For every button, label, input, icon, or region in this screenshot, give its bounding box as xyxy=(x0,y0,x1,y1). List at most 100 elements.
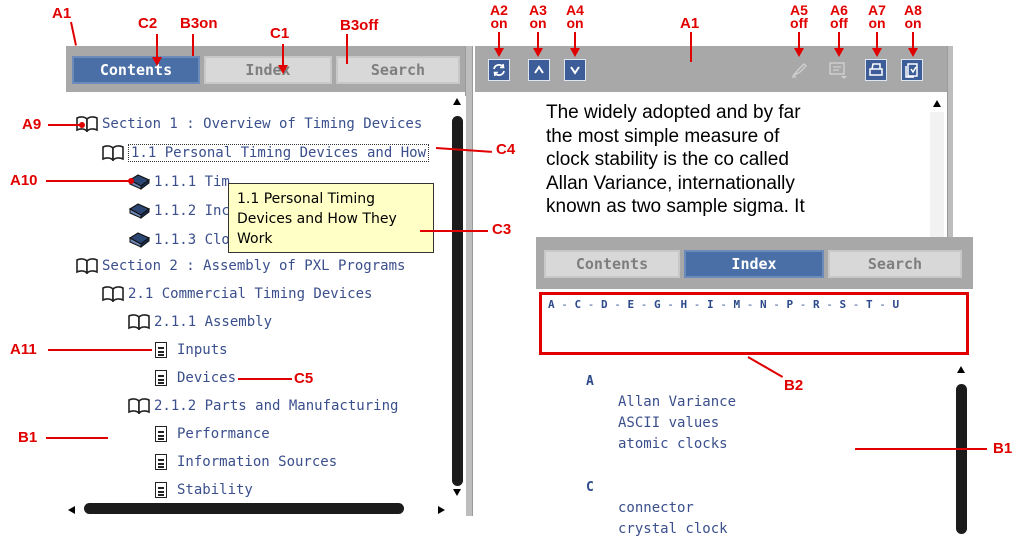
index-term[interactable]: atomic clocks xyxy=(618,436,728,452)
left-horizontal-scrollbar[interactable] xyxy=(66,498,450,520)
next-topic-button[interactable] xyxy=(564,59,586,81)
annotation-state: off xyxy=(790,15,808,31)
annotation-b3off: B3off xyxy=(340,17,379,34)
annotation-c3: C3 xyxy=(492,221,512,238)
scroll-up-icon[interactable] xyxy=(453,98,461,105)
annotation-line xyxy=(690,32,692,62)
index-term[interactable]: ASCII values xyxy=(618,415,719,431)
annotation-a9: A9 xyxy=(22,116,42,133)
document-icon xyxy=(155,482,167,498)
bookmark-button[interactable] xyxy=(901,59,923,81)
annotation-line xyxy=(346,34,348,64)
scroll-down-icon[interactable] xyxy=(453,489,461,496)
index-tab-search[interactable]: Search xyxy=(828,250,962,278)
index-vertical-scrollbar[interactable] xyxy=(953,364,969,554)
highlight-icon xyxy=(792,63,807,78)
annotation-state: on xyxy=(904,15,922,31)
annotation-line xyxy=(192,34,194,56)
tab-search[interactable]: Search xyxy=(336,56,460,84)
scroll-right-icon[interactable] xyxy=(438,506,445,514)
tree-item-inputs[interactable]: Inputs xyxy=(155,340,228,360)
annotation-arrow xyxy=(872,48,882,57)
sync-icon xyxy=(493,63,505,77)
tree-item-1-1[interactable]: 1.1 Personal Timing Devices and How xyxy=(102,143,430,163)
tree-item-2-1-2[interactable]: 2.1.2 Parts and Manufacturing xyxy=(128,396,398,416)
tree-item-2-1-1[interactable]: 2.1.1 Assembly xyxy=(128,312,272,332)
book-open-icon xyxy=(102,145,124,162)
scroll-thumb[interactable] xyxy=(956,384,967,534)
scroll-up-icon[interactable] xyxy=(957,366,965,373)
tree-label: Section 1 : Overview of Timing Devices xyxy=(102,116,423,132)
index-letter-c: C xyxy=(586,480,594,495)
scroll-left-icon[interactable] xyxy=(68,506,75,514)
tree-item-section1[interactable]: Section 1 : Overview of Timing Devices xyxy=(76,114,422,134)
annotation-arrow xyxy=(152,57,162,66)
annotation-dot xyxy=(79,122,85,128)
tree-item-2-1[interactable]: 2.1 Commercial Timing Devices xyxy=(102,284,372,304)
previous-topic-button[interactable] xyxy=(528,59,550,81)
tree-label: 1.1.2 Inc xyxy=(154,203,230,219)
book-closed-icon xyxy=(128,232,151,248)
tooltip: 1.1 Personal Timing Devices and How They… xyxy=(228,183,434,253)
annotation-line xyxy=(48,124,82,126)
annotation-state: on xyxy=(566,15,584,31)
annotation-line xyxy=(855,448,987,450)
index-tab-index[interactable]: Index xyxy=(684,250,824,278)
annotation-c2: C2 xyxy=(138,15,158,32)
index-tab-contents[interactable]: Contents xyxy=(544,250,680,278)
tree-label: Information Sources xyxy=(177,454,338,470)
document-icon xyxy=(155,370,167,386)
index-term[interactable]: connector xyxy=(618,500,694,516)
tree-item-performance[interactable]: Performance xyxy=(155,424,270,444)
annotation-c5: C5 xyxy=(294,370,314,387)
up-icon xyxy=(534,65,544,74)
annotation-a4: A4 on xyxy=(562,3,588,31)
annotation-line xyxy=(48,349,152,351)
annotation-b1-right: B1 xyxy=(993,440,1013,457)
left-vertical-scrollbar[interactable] xyxy=(449,96,465,498)
annotation-line xyxy=(420,230,488,232)
highlight-button[interactable] xyxy=(788,59,810,81)
tab-index[interactable]: Index xyxy=(204,56,332,84)
annotation-b2: B2 xyxy=(784,377,804,394)
tree-label: 1.1.1 Tim xyxy=(154,174,230,190)
annotation-a3: A3 on xyxy=(525,3,551,31)
down-icon xyxy=(570,66,580,75)
index-term[interactable]: crystal clock xyxy=(618,521,728,537)
tree-item-1-1-2[interactable]: 1.1.2 Inc xyxy=(128,201,230,221)
annotation-line xyxy=(46,180,132,182)
annotation-a6: A6 off xyxy=(824,3,854,30)
tree-item-1-1-1[interactable]: 1.1.1 Tim xyxy=(128,172,230,192)
print-button[interactable] xyxy=(865,59,887,81)
tree-item-section2[interactable]: Section 2 : Assembly of PXL Programs xyxy=(76,256,405,276)
annotation-arrow xyxy=(908,48,918,57)
sync-button[interactable] xyxy=(488,59,510,81)
content-line: clock stability is the co called xyxy=(546,149,789,170)
left-panel-border xyxy=(465,46,473,516)
annotation-line xyxy=(70,21,77,46)
comment-button[interactable] xyxy=(827,59,849,81)
annotation-b3on: B3on xyxy=(180,15,218,32)
tree-item-stability[interactable]: Stability xyxy=(155,480,253,500)
hscroll-thumb[interactable] xyxy=(84,503,404,514)
book-open-icon xyxy=(76,258,98,275)
annotation-state: on xyxy=(490,15,508,31)
book-closed-icon xyxy=(128,203,151,219)
annotation-a11: A11 xyxy=(10,341,37,358)
index-term[interactable]: Allan Variance xyxy=(618,394,736,410)
annotation-state: on xyxy=(529,15,547,31)
index-letter-a: A xyxy=(586,374,594,389)
tree-item-devices[interactable]: Devices xyxy=(155,368,236,388)
annotation-a1-right: A1 xyxy=(680,15,700,32)
content-scroll-up-icon[interactable] xyxy=(933,100,941,107)
tree-label: Stability xyxy=(177,482,253,498)
annotation-arrow xyxy=(494,48,504,57)
tree-item-information-sources[interactable]: Information Sources xyxy=(155,452,337,472)
scroll-thumb[interactable] xyxy=(452,116,463,486)
content-scroll-track[interactable] xyxy=(930,112,944,237)
annotation-arrow xyxy=(794,48,804,57)
tab-contents[interactable]: Contents xyxy=(72,56,200,84)
tree-item-1-1-3[interactable]: 1.1.3 Clo xyxy=(128,230,230,250)
content-line: Allan Variance, internationally xyxy=(546,172,795,194)
document-icon xyxy=(155,454,167,470)
